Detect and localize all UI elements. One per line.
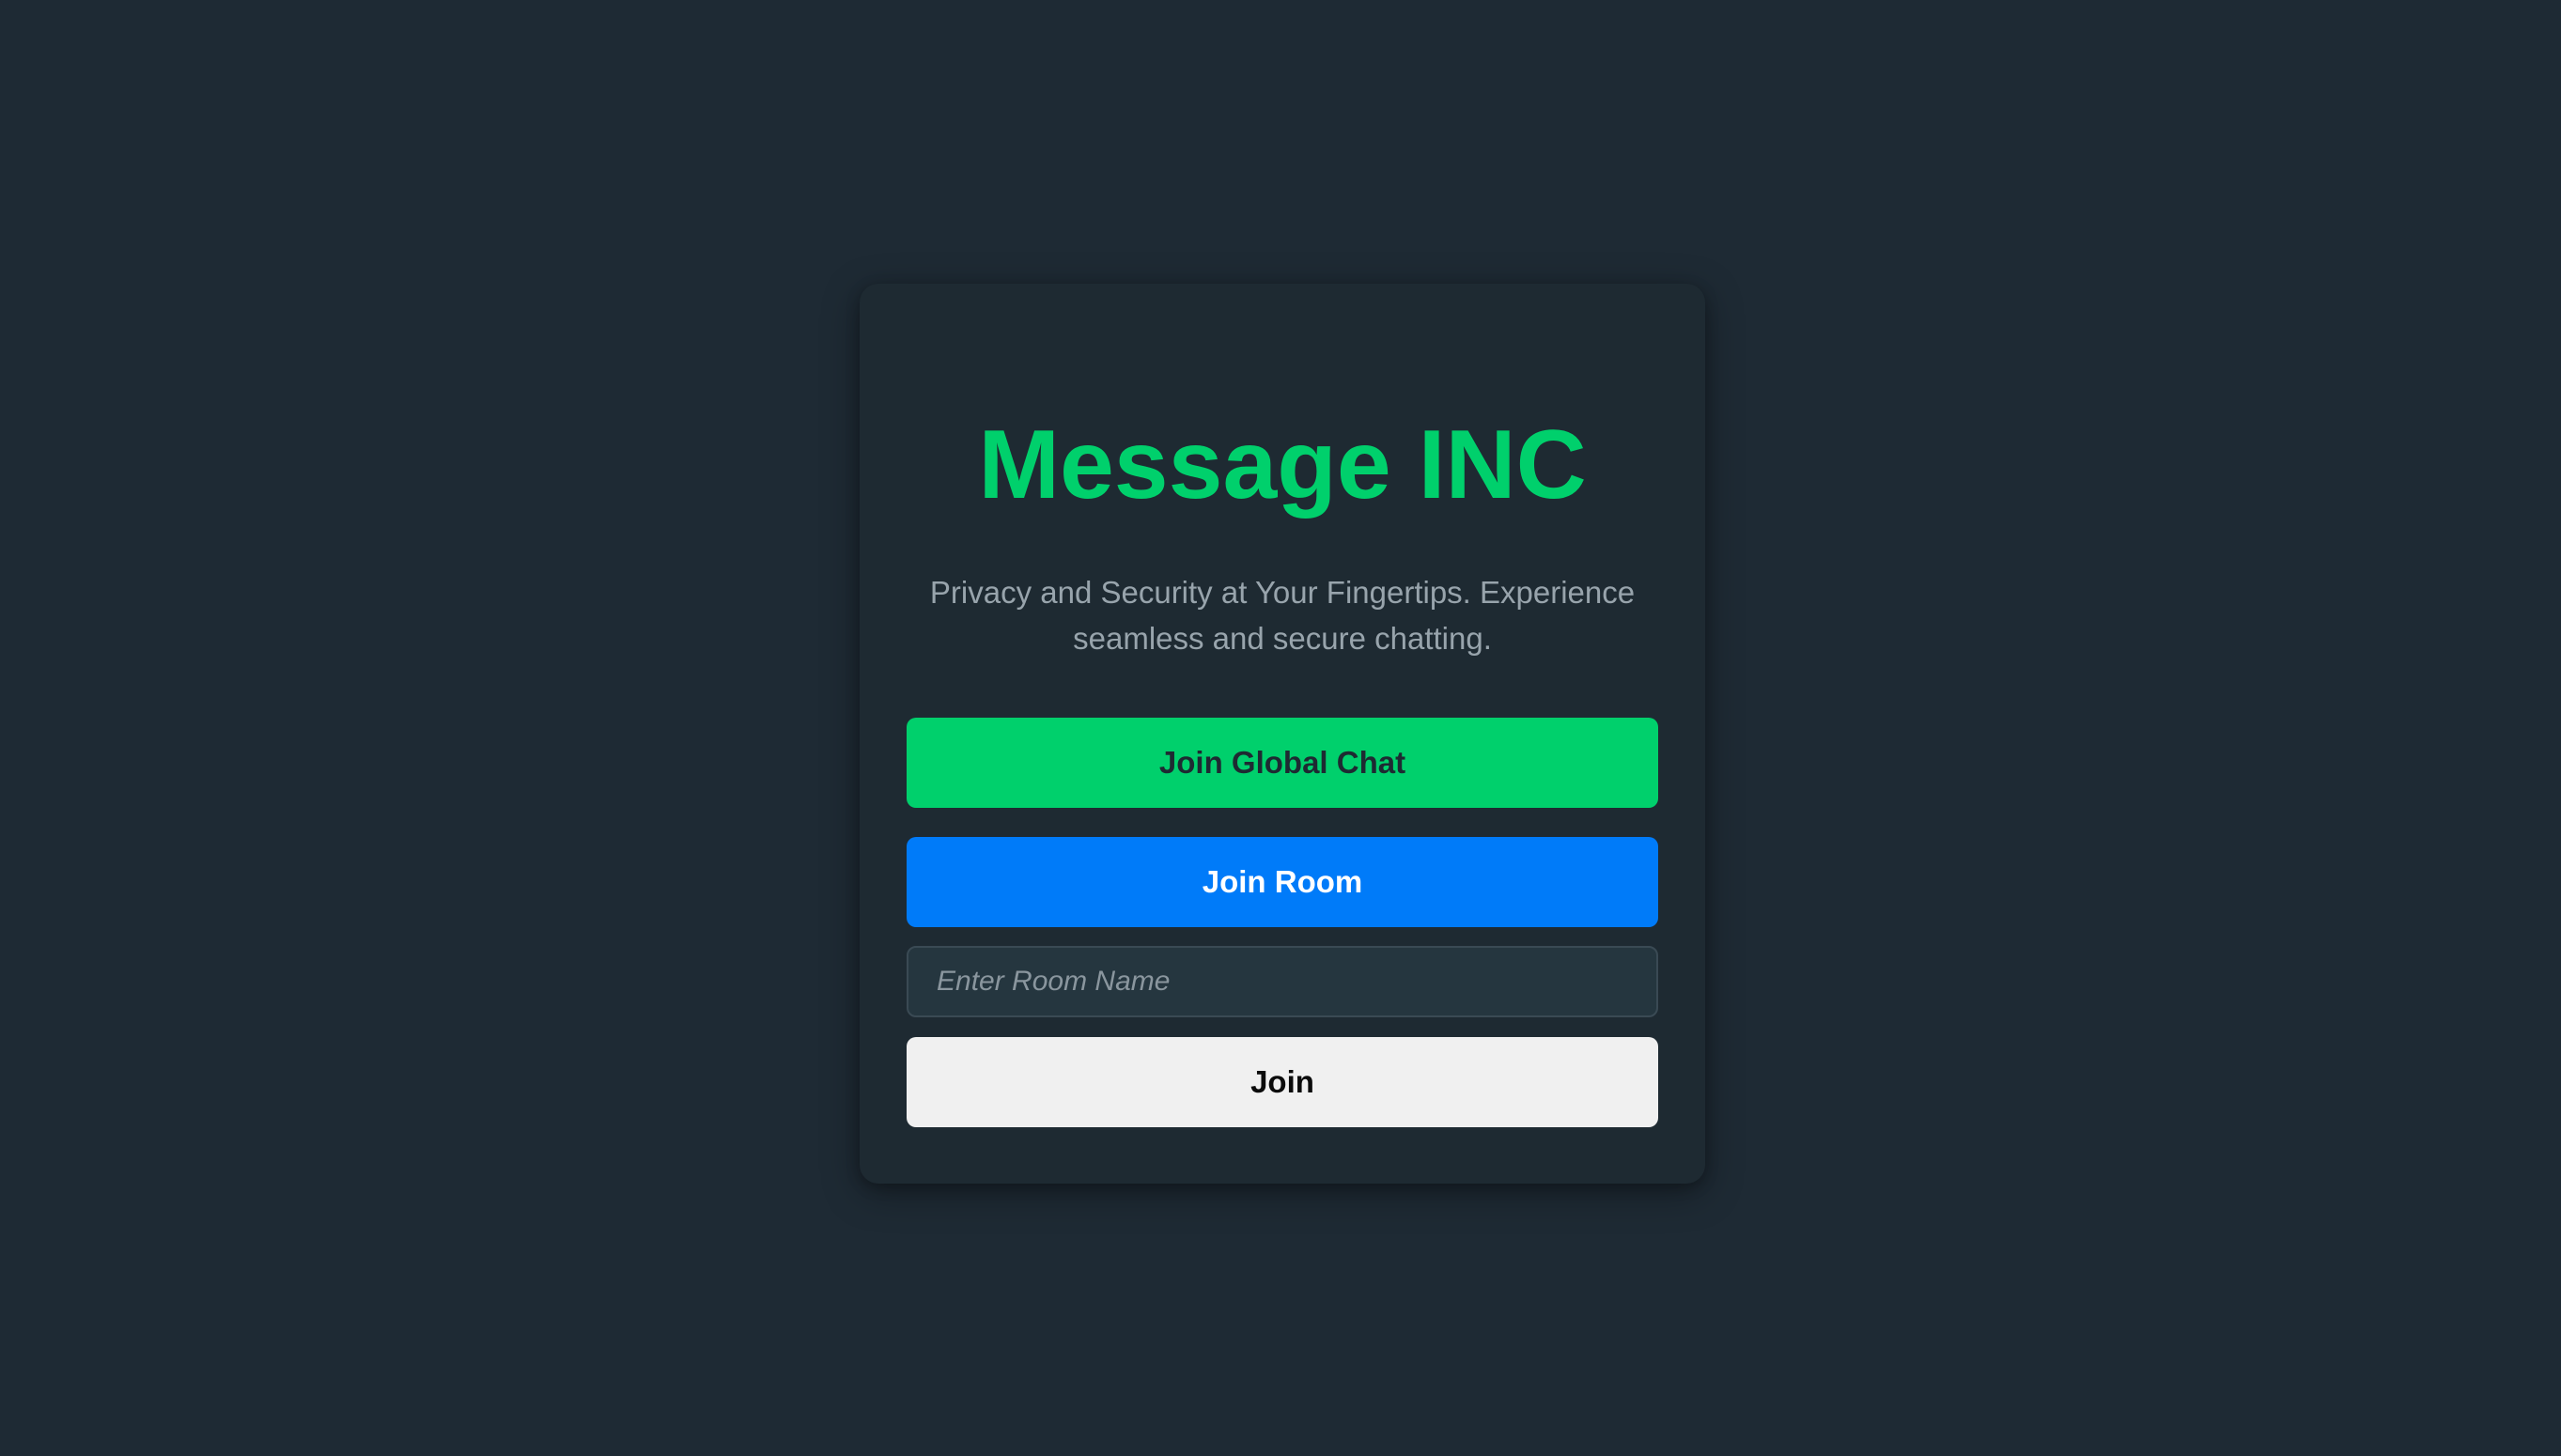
join-room-button[interactable]: Join Room bbox=[907, 837, 1658, 927]
page-background: Message INC Privacy and Security at Your… bbox=[0, 0, 2561, 1456]
app-title: Message INC bbox=[978, 410, 1587, 519]
app-tagline: Privacy and Security at Your Fingertips.… bbox=[929, 575, 1636, 656]
join-global-chat-button[interactable]: Join Global Chat bbox=[907, 718, 1658, 808]
join-button[interactable]: Join bbox=[907, 1037, 1658, 1127]
room-name-input[interactable] bbox=[907, 946, 1658, 1017]
welcome-card: Message INC Privacy and Security at Your… bbox=[860, 284, 1705, 1184]
